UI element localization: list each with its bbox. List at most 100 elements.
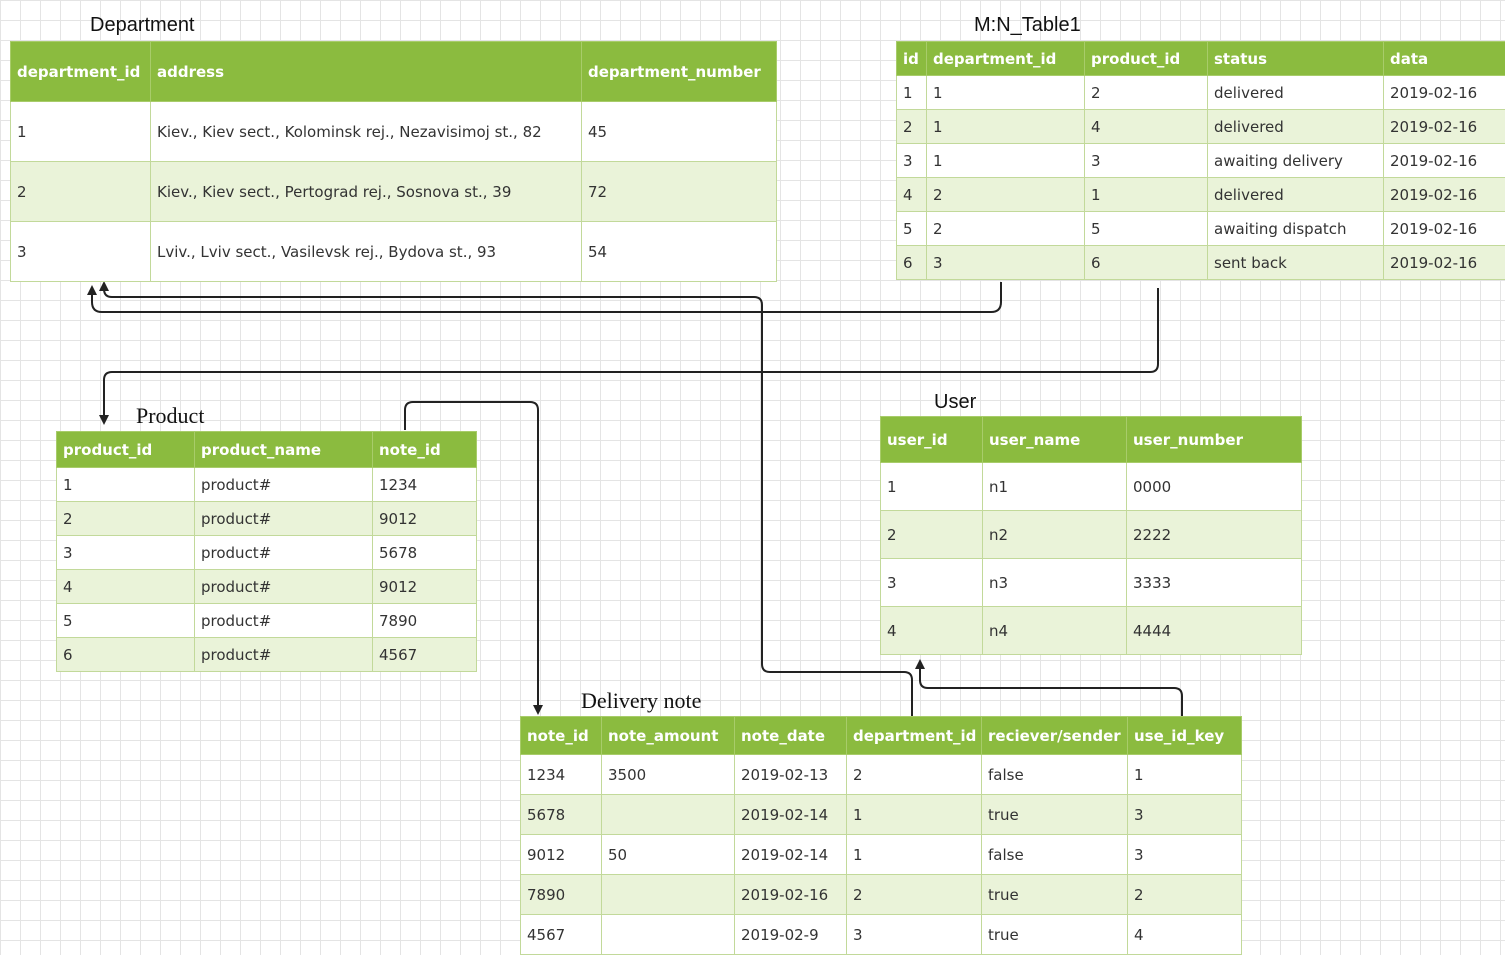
table-cell: 2019-02-14	[735, 835, 847, 875]
column-header: note_date	[735, 717, 847, 755]
user-header-row: user_iduser_nameuser_number	[881, 417, 1302, 463]
table-cell: 50	[602, 835, 735, 875]
table-cell: 5	[1085, 212, 1208, 246]
product-table: product_idproduct_namenote_id1product#12…	[56, 431, 477, 672]
table-row: 45672019-02-93true4	[521, 915, 1242, 955]
table-cell: 4	[881, 607, 983, 655]
table-cell: 4	[1085, 110, 1208, 144]
table-cell: 0000	[1127, 463, 1302, 511]
table-cell: Kiev., Kiev sect., Kolominsk rej., Nezav…	[151, 102, 582, 162]
table-cell: 3	[11, 222, 151, 282]
table-cell: 2019-02-16	[1384, 178, 1505, 212]
table-cell: 2	[11, 162, 151, 222]
table-row: 525awaiting dispatch2019-02-16	[897, 212, 1505, 246]
column-header: note_amount	[602, 717, 735, 755]
column-header: address	[151, 42, 582, 102]
table-cell: 4567	[521, 915, 602, 955]
department-title: Department	[90, 14, 195, 37]
table-cell: 2	[1128, 875, 1242, 915]
column-header: user_id	[881, 417, 983, 463]
table-cell: 5678	[373, 536, 477, 570]
table-cell: 2019-02-16	[1384, 144, 1505, 178]
table-row: 1Kiev., Kiev sect., Kolominsk rej., Neza…	[11, 102, 777, 162]
connector-mn-department-to-department	[92, 282, 1001, 312]
table-row: 3product#5678	[57, 536, 477, 570]
table-cell: true	[982, 795, 1128, 835]
table-cell: 4567	[373, 638, 477, 672]
table-cell: 2	[847, 875, 982, 915]
table-cell: product#	[195, 536, 373, 570]
table-cell: 4	[1128, 915, 1242, 955]
table-row: 1n10000	[881, 463, 1302, 511]
table-cell: 3	[897, 144, 927, 178]
table-cell: 7890	[373, 604, 477, 638]
table-cell: 4444	[1127, 607, 1302, 655]
table-row: 123435002019-02-132false1	[521, 755, 1242, 795]
table-cell: false	[982, 835, 1128, 875]
column-header: use_id_key	[1128, 717, 1242, 755]
table-row: 2n22222	[881, 511, 1302, 559]
table-cell: 4	[897, 178, 927, 212]
table-cell: 2019-02-16	[1384, 246, 1505, 280]
column-header: id	[897, 42, 927, 76]
table-cell: 54	[582, 222, 777, 282]
table-cell: 1	[927, 110, 1085, 144]
table-row: 2Kiev., Kiev sect., Pertograd rej., Sosn…	[11, 162, 777, 222]
table-cell: 1	[847, 795, 982, 835]
table-row: 1product#1234	[57, 468, 477, 502]
table-row: 78902019-02-162true2	[521, 875, 1242, 915]
table-cell: 6	[897, 246, 927, 280]
table-cell: 1	[847, 835, 982, 875]
table-cell: delivered	[1208, 178, 1384, 212]
table-cell: 5	[57, 604, 195, 638]
column-header: department_id	[11, 42, 151, 102]
column-header: note_id	[521, 717, 602, 755]
table-cell: 3	[881, 559, 983, 607]
product-title: Product	[136, 403, 204, 429]
table-row: 421delivered2019-02-16	[897, 178, 1505, 212]
table-row: 4product#9012	[57, 570, 477, 604]
table-row: 112delivered2019-02-16	[897, 76, 1505, 110]
table-cell: delivered	[1208, 110, 1384, 144]
table-cell: Lviv., Lviv sect., Vasilevsk rej., Bydov…	[151, 222, 582, 282]
table-row: 636sent back2019-02-16	[897, 246, 1505, 280]
table-row: 5product#7890	[57, 604, 477, 638]
table-cell: 2019-02-9	[735, 915, 847, 955]
table-cell: 3	[927, 246, 1085, 280]
table-cell: n1	[983, 463, 1127, 511]
table-cell: 9012	[373, 570, 477, 604]
table-cell: product#	[195, 570, 373, 604]
table-row: 4n44444	[881, 607, 1302, 655]
table-cell: false	[982, 755, 1128, 795]
table-cell: 1	[927, 144, 1085, 178]
table-cell: 1	[1085, 178, 1208, 212]
table-cell: product#	[195, 468, 373, 502]
table-cell: 3333	[1127, 559, 1302, 607]
table-row: 3Lviv., Lviv sect., Vasilevsk rej., Bydo…	[11, 222, 777, 282]
column-header: data	[1384, 42, 1505, 76]
table-cell: awaiting dispatch	[1208, 212, 1384, 246]
connector-mn-product-to-product	[104, 288, 1158, 420]
table-cell: 7890	[521, 875, 602, 915]
table-cell	[602, 915, 735, 955]
table-cell: 2	[897, 110, 927, 144]
table-cell: 2019-02-16	[1384, 110, 1505, 144]
table-cell: product#	[195, 502, 373, 536]
table-cell: 1234	[521, 755, 602, 795]
column-header: user_name	[983, 417, 1127, 463]
table-row: 3n33333	[881, 559, 1302, 607]
table-cell: 2019-02-14	[735, 795, 847, 835]
table-cell: 4	[57, 570, 195, 604]
table-cell: 45	[582, 102, 777, 162]
department-header-row: department_idaddressdepartment_number	[11, 42, 777, 102]
mn-table: iddepartment_idproduct_idstatusdata112de…	[896, 41, 1505, 280]
table-cell: 1	[57, 468, 195, 502]
column-header: user_number	[1127, 417, 1302, 463]
table-cell: 72	[582, 162, 777, 222]
table-row: 6product#4567	[57, 638, 477, 672]
table-cell	[602, 875, 735, 915]
table-cell: 9012	[521, 835, 602, 875]
table-cell: sent back	[1208, 246, 1384, 280]
department-table: department_idaddressdepartment_number1Ki…	[10, 41, 777, 282]
column-header: note_id	[373, 432, 477, 468]
